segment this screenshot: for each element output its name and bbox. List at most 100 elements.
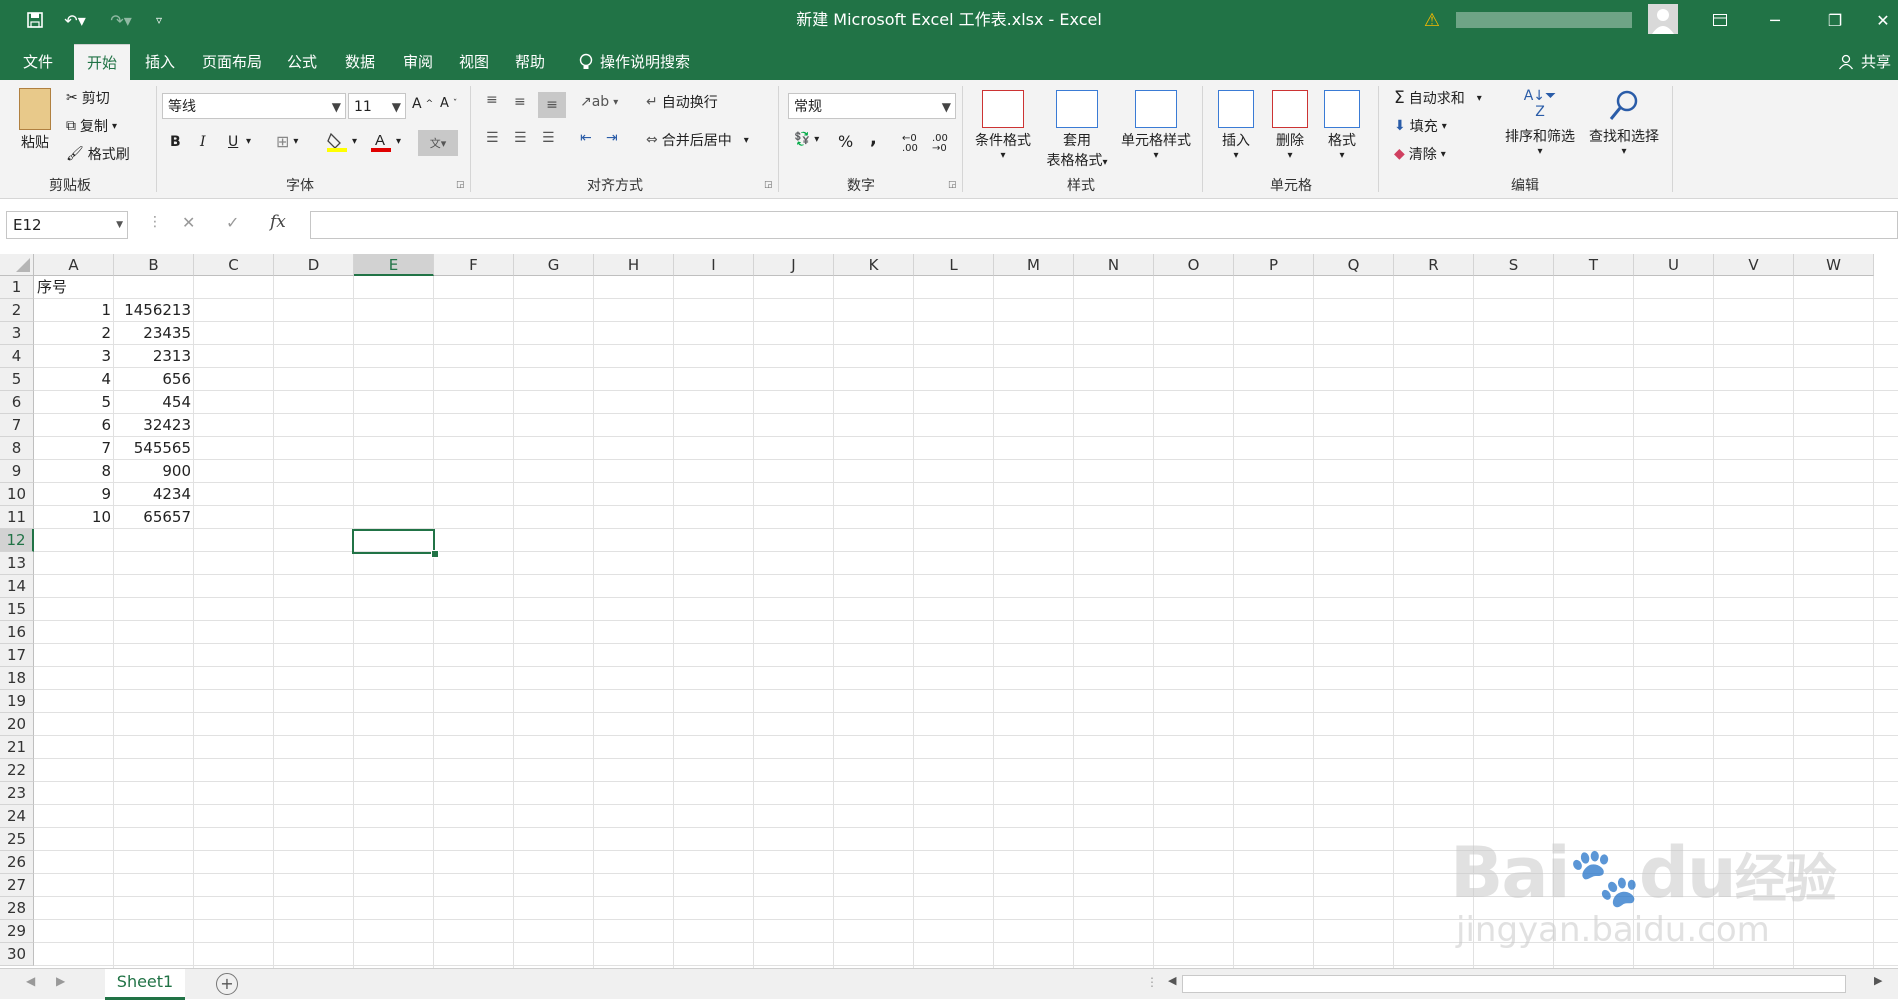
cell-a9[interactable]: 8 (34, 460, 114, 483)
column-header-f[interactable]: F (434, 254, 514, 276)
paste-button[interactable]: 粘贴 (12, 88, 58, 152)
split-handle-icon[interactable]: ⋮ (1146, 975, 1158, 989)
row-header-5[interactable]: 5 (0, 368, 34, 391)
column-header-t[interactable]: T (1554, 254, 1634, 276)
row-header-17[interactable]: 17 (0, 644, 34, 667)
align-top-icon[interactable]: ≡ (486, 92, 498, 108)
warning-icon[interactable]: ⚠ (1420, 6, 1444, 34)
cell-b7[interactable]: 32423 (114, 414, 194, 437)
tab-insert[interactable]: 插入 (138, 44, 182, 80)
column-header-i[interactable]: I (674, 254, 754, 276)
borders-icon[interactable]: ⊞ ▾ (276, 132, 298, 151)
column-header-e[interactable]: E (354, 254, 434, 276)
italic-button[interactable]: I (200, 134, 206, 150)
row-header-3[interactable]: 3 (0, 322, 34, 345)
save-icon[interactable] (22, 6, 48, 34)
scroll-left-icon[interactable]: ◀ (1168, 974, 1176, 987)
column-header-b[interactable]: B (114, 254, 194, 276)
row-header-30[interactable]: 30 (0, 943, 34, 966)
restore-icon[interactable]: ❐ (1820, 6, 1850, 34)
row-header-26[interactable]: 26 (0, 851, 34, 874)
enter-icon[interactable]: ✓ (226, 213, 239, 232)
cell-b2[interactable]: 1456213 (114, 299, 194, 322)
tab-file[interactable]: 文件 (14, 44, 62, 80)
cell-a8[interactable]: 7 (34, 437, 114, 460)
cell-b5[interactable]: 656 (114, 368, 194, 391)
format-as-table-button[interactable]: 套用 表格格式▾ (1040, 90, 1114, 170)
tab-formulas[interactable]: 公式 (280, 44, 324, 80)
cell-b8[interactable]: 545565 (114, 437, 194, 460)
close-icon[interactable]: ✕ (1868, 6, 1898, 34)
row-header-12[interactable]: 12 (0, 529, 34, 552)
percent-button[interactable]: % (838, 132, 853, 151)
underline-button[interactable]: U (228, 134, 238, 150)
row-header-20[interactable]: 20 (0, 713, 34, 736)
undo-icon[interactable]: ↶▾ (58, 6, 92, 34)
select-all-corner[interactable] (0, 254, 34, 276)
prev-sheet-icon[interactable]: ◀ (26, 974, 35, 988)
column-header-n[interactable]: N (1074, 254, 1154, 276)
next-sheet-icon[interactable]: ▶ (56, 974, 65, 988)
tab-page-layout[interactable]: 页面布局 (196, 44, 268, 80)
cell-a10[interactable]: 9 (34, 483, 114, 506)
column-header-w[interactable]: W (1794, 254, 1874, 276)
row-header-19[interactable]: 19 (0, 690, 34, 713)
tab-view[interactable]: 视图 (452, 44, 496, 80)
row-header-10[interactable]: 10 (0, 483, 34, 506)
phonetic-icon[interactable]: 文▾ (418, 130, 458, 156)
cancel-icon[interactable]: ✕ (182, 213, 195, 232)
row-header-16[interactable]: 16 (0, 621, 34, 644)
cell-b11[interactable]: 65657 (114, 506, 194, 529)
row-header-2[interactable]: 2 (0, 299, 34, 322)
cut-button[interactable]: ✂ 剪切 (66, 88, 110, 108)
column-header-o[interactable]: O (1154, 254, 1234, 276)
column-header-k[interactable]: K (834, 254, 914, 276)
row-header-24[interactable]: 24 (0, 805, 34, 828)
cell-a7[interactable]: 6 (34, 414, 114, 437)
column-header-h[interactable]: H (594, 254, 674, 276)
copy-button[interactable]: ⧉ 复制 ▾ (66, 116, 117, 136)
decrease-indent-icon[interactable]: ⇤ (580, 130, 592, 146)
cell-b6[interactable]: 454 (114, 391, 194, 414)
font-name-select[interactable]: 等线 ▼ (162, 93, 346, 119)
cell-b9[interactable]: 900 (114, 460, 194, 483)
cell-a6[interactable]: 5 (34, 391, 114, 414)
column-header-l[interactable]: L (914, 254, 994, 276)
increase-indent-icon[interactable]: ⇥ (606, 130, 618, 146)
column-header-u[interactable]: U (1634, 254, 1714, 276)
cell-a1[interactable]: 序号 (34, 276, 114, 299)
column-header-d[interactable]: D (274, 254, 354, 276)
column-header-q[interactable]: Q (1314, 254, 1394, 276)
tab-help[interactable]: 帮助 (508, 44, 552, 80)
row-header-25[interactable]: 25 (0, 828, 34, 851)
avatar[interactable] (1648, 4, 1678, 34)
font-dialog-launcher-icon[interactable]: ◲ (456, 180, 465, 190)
column-header-j[interactable]: J (754, 254, 834, 276)
share-icon[interactable] (1836, 44, 1856, 80)
find-select-button[interactable]: 查找和选择 ▾ (1584, 88, 1664, 157)
tab-review[interactable]: 审阅 (396, 44, 440, 80)
accounting-format-icon[interactable]: 💱 ▾ (794, 132, 819, 147)
orientation-icon[interactable]: ↗ab ▾ (580, 94, 618, 110)
account-name[interactable] (1456, 12, 1632, 28)
row-header-29[interactable]: 29 (0, 920, 34, 943)
horizontal-scrollbar[interactable] (1182, 975, 1846, 993)
column-header-c[interactable]: C (194, 254, 274, 276)
row-header-6[interactable]: 6 (0, 391, 34, 414)
underline-dropdown-icon[interactable]: ▾ (246, 136, 251, 147)
column-header-r[interactable]: R (1394, 254, 1474, 276)
column-header-p[interactable]: P (1234, 254, 1314, 276)
merge-center-button[interactable]: ⇔ 合并后居中 ▾ (646, 130, 749, 150)
number-format-select[interactable]: 常规 ▼ (788, 93, 956, 119)
increase-decimal-icon[interactable]: ←0.00 (902, 134, 918, 154)
row-header-4[interactable]: 4 (0, 345, 34, 368)
row-header-22[interactable]: 22 (0, 759, 34, 782)
autosum-button[interactable]: Σ 自动求和 ▾ (1394, 88, 1482, 108)
column-header-s[interactable]: S (1474, 254, 1554, 276)
cell-a2[interactable]: 1 (34, 299, 114, 322)
align-left-icon[interactable]: ☰ (486, 130, 499, 146)
fill-button[interactable]: ⬇ 填充 ▾ (1394, 116, 1447, 136)
conditional-formatting-button[interactable]: 条件格式 ▾ (970, 90, 1036, 161)
row-header-13[interactable]: 13 (0, 552, 34, 575)
tab-home[interactable]: 开始 (74, 44, 130, 81)
